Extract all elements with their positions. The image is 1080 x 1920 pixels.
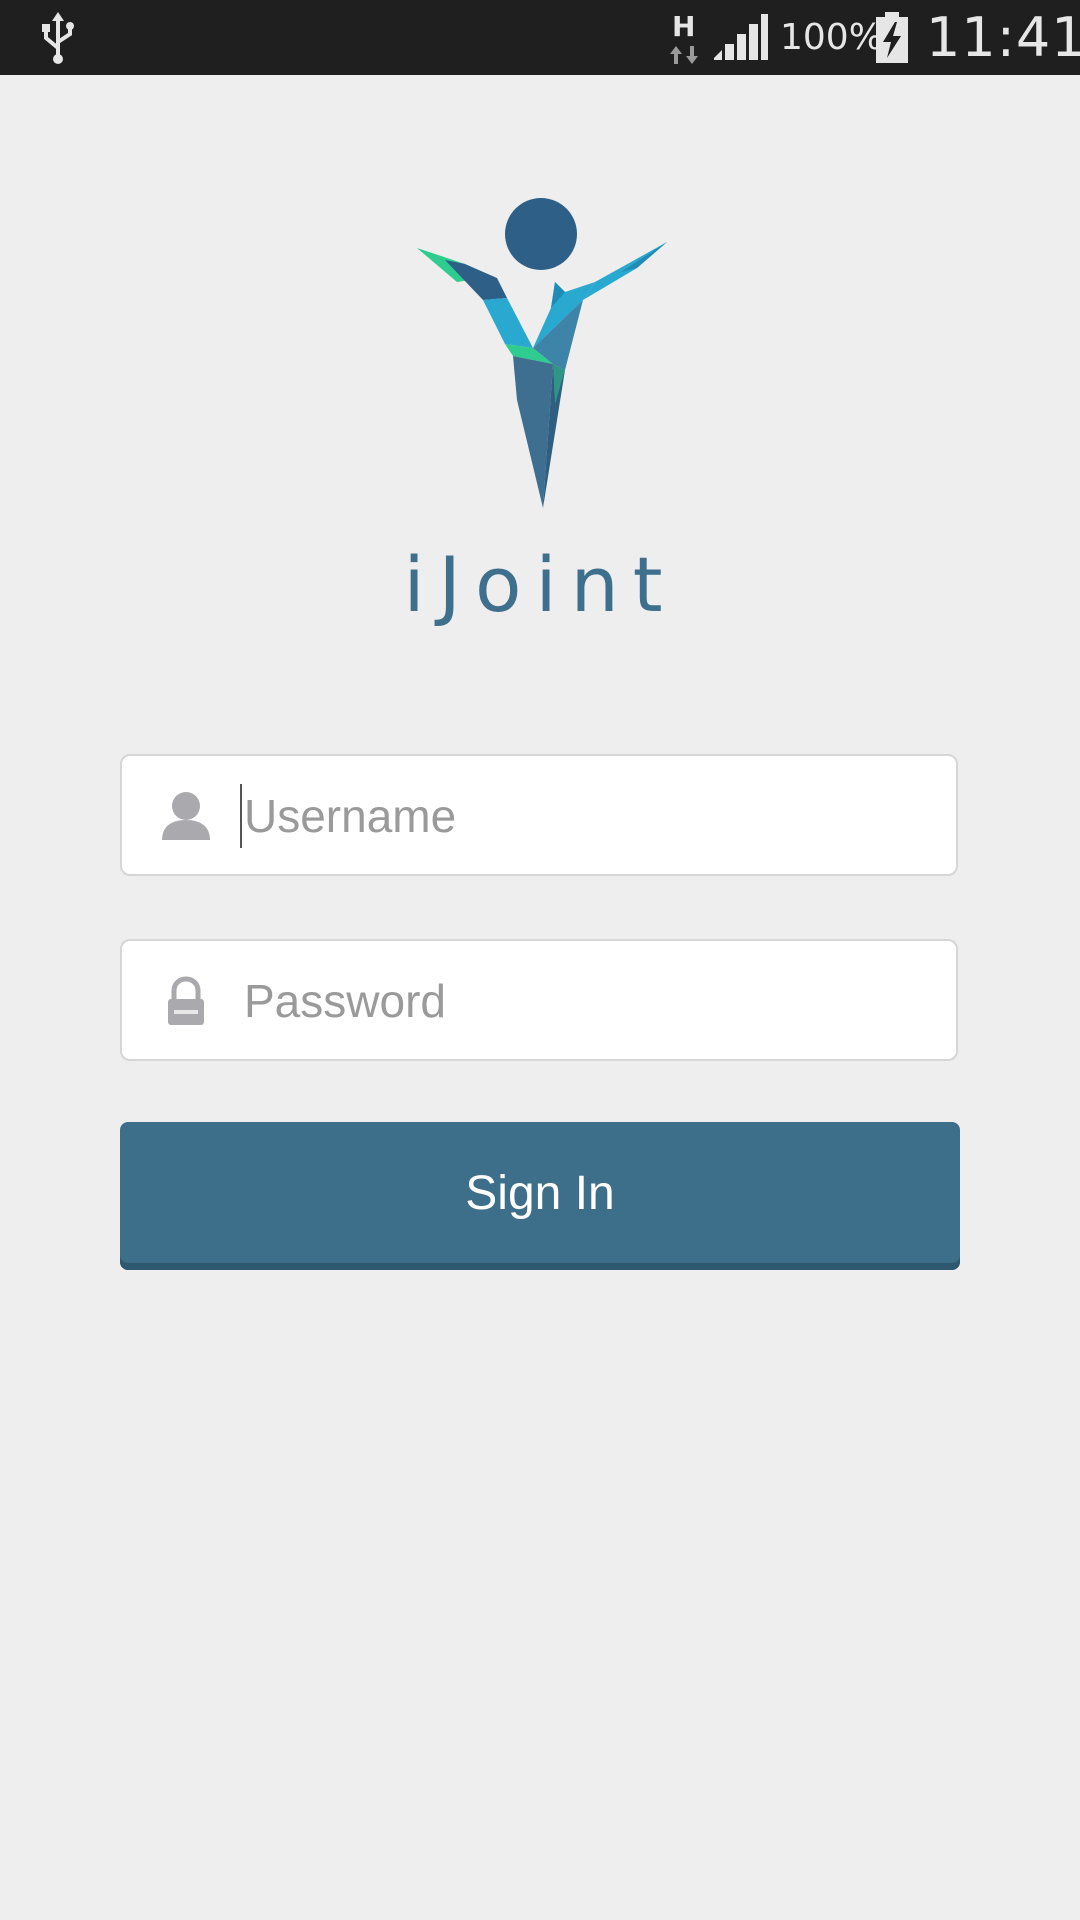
signal-icon	[714, 14, 768, 60]
clock: 11:41	[926, 6, 1080, 69]
password-field[interactable]	[120, 939, 958, 1061]
network-type-label: H	[672, 10, 695, 43]
status-bar: H 100% 11:41	[0, 0, 1080, 75]
ijoint-logo-icon	[417, 198, 667, 508]
username-input[interactable]	[240, 774, 934, 858]
username-field[interactable]	[120, 754, 958, 876]
battery-percent: 100%	[780, 17, 883, 58]
app-name: iJoint	[403, 540, 677, 629]
lock-icon	[168, 976, 204, 1025]
password-input[interactable]	[240, 959, 934, 1043]
user-icon	[162, 792, 210, 840]
network-h-icon: H	[670, 10, 698, 64]
sign-in-button[interactable]: Sign In	[120, 1122, 960, 1270]
usb-icon	[42, 12, 74, 64]
battery-charging-icon	[876, 12, 908, 63]
